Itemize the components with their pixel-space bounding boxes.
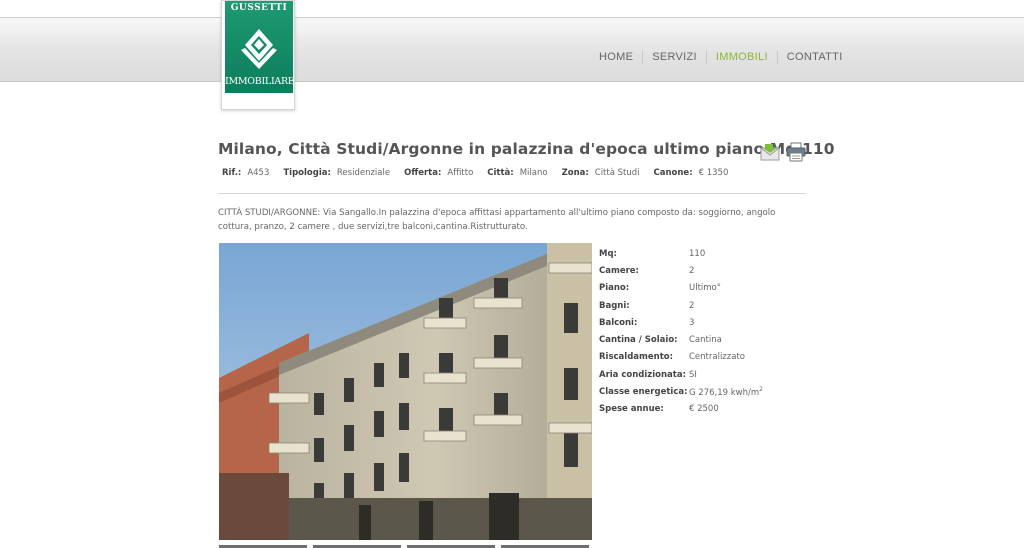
- building-photo-image: [219, 243, 592, 540]
- nav-immobili[interactable]: IMMOBILI: [705, 51, 777, 64]
- detail-value: 3: [689, 317, 695, 328]
- meta-value: Città Studi: [594, 168, 640, 178]
- detail-label: Riscaldamento:: [599, 352, 674, 363]
- logo-bottom-text: IMMOBILIARE: [225, 76, 295, 87]
- header-band: [0, 17, 1024, 82]
- detail-row: Balconi: 3: [599, 314, 763, 331]
- detail-label: Piano:: [599, 283, 630, 294]
- detail-value: € 2500: [689, 404, 719, 415]
- detail-row: Classe energetica: G 276,19 kwh/m2: [599, 383, 763, 400]
- meta-citta: Città: Milano: [487, 168, 547, 178]
- detail-label: Aria condizionata:: [599, 369, 686, 380]
- detail-row: Piano: Ultimo°: [599, 280, 763, 297]
- listing-actions: [760, 142, 806, 162]
- detail-value: G 276,19 kwh/m2: [689, 386, 763, 398]
- company-logo[interactable]: GUSSETTI IMMOBILIARE: [221, 0, 295, 110]
- meta-value: Affitto: [447, 168, 474, 178]
- nav-contatti[interactable]: CONTATTI: [776, 51, 852, 64]
- detail-row: Spese annue: € 2500: [599, 401, 763, 418]
- detail-row: Riscaldamento: Centralizzato: [599, 349, 763, 366]
- detail-value: Ultimo°: [689, 283, 722, 294]
- detail-label: Camere:: [599, 265, 639, 276]
- detail-label: Spese annue:: [599, 404, 664, 415]
- detail-value: Cantina: [689, 335, 722, 346]
- detail-label: Mq:: [599, 248, 617, 259]
- meta-tipologia: Tipologia: Residenziale: [283, 168, 390, 178]
- logo-badge: GUSSETTI IMMOBILIARE: [225, 1, 295, 93]
- detail-row: Cantina / Solaio: Cantina: [599, 331, 763, 348]
- meta-rif: Rif.: A453: [222, 168, 269, 178]
- meta-value: € 1350: [698, 168, 729, 178]
- meta-value: Residenziale: [336, 168, 391, 178]
- detail-row: Camere: 2: [599, 262, 763, 279]
- detail-value: 110: [689, 248, 706, 259]
- meta-zona: Zona: Città Studi: [562, 168, 640, 178]
- logo-top-text: GUSSETTI: [230, 3, 288, 13]
- listing-meta: Rif.: A453 Tipologia: Residenziale Offer…: [222, 168, 728, 178]
- meta-label: Tipologia:: [283, 168, 331, 178]
- detail-label: Cantina / Solaio:: [599, 335, 678, 346]
- meta-canone: Canone: € 1350: [654, 168, 729, 178]
- detail-label: Bagni:: [599, 300, 630, 311]
- meta-label: Città:: [487, 168, 514, 178]
- detail-label: Balconi:: [599, 317, 638, 328]
- detail-value: 2: [689, 300, 695, 311]
- detail-row: Aria condizionata: SI: [599, 366, 763, 383]
- unit-superscript: 2: [759, 386, 763, 394]
- divider: [218, 193, 806, 194]
- meta-label: Offerta:: [404, 168, 442, 178]
- print-icon[interactable]: [786, 142, 806, 162]
- main-nav: HOME SERVIZI IMMOBILI CONTATTI: [590, 51, 852, 64]
- detail-value: Centralizzato: [689, 352, 745, 363]
- detail-row: Bagni: 2: [599, 297, 763, 314]
- email-icon[interactable]: [760, 142, 780, 162]
- detail-value: 2: [689, 265, 695, 276]
- detail-row: Mq: 110: [599, 245, 763, 262]
- meta-value: Milano: [519, 168, 548, 178]
- energy-class-value: G 276,19 kwh/m: [689, 387, 760, 398]
- listing-details: Mq: 110 Camere: 2 Piano: Ultimo° Bagni: …: [599, 245, 763, 418]
- meta-offerta: Offerta: Affitto: [404, 168, 473, 178]
- meta-label: Canone:: [653, 168, 693, 178]
- logo-emblem-icon: [241, 29, 277, 69]
- building-photo[interactable]: [219, 243, 592, 540]
- meta-value: A453: [247, 168, 270, 178]
- nav-servizi[interactable]: SERVIZI: [642, 51, 706, 64]
- listing-description: CITTÀ STUDI/ARGONNE: Via Sangallo.In pal…: [218, 208, 776, 232]
- meta-label: Zona:: [561, 168, 589, 178]
- meta-label: Rif.:: [222, 168, 242, 178]
- nav-home[interactable]: HOME: [590, 51, 642, 64]
- detail-value: SI: [689, 369, 697, 380]
- detail-label: Classe energetica:: [599, 387, 688, 398]
- listing-title: Milano, Città Studi/Argonne in palazzina…: [218, 140, 835, 158]
